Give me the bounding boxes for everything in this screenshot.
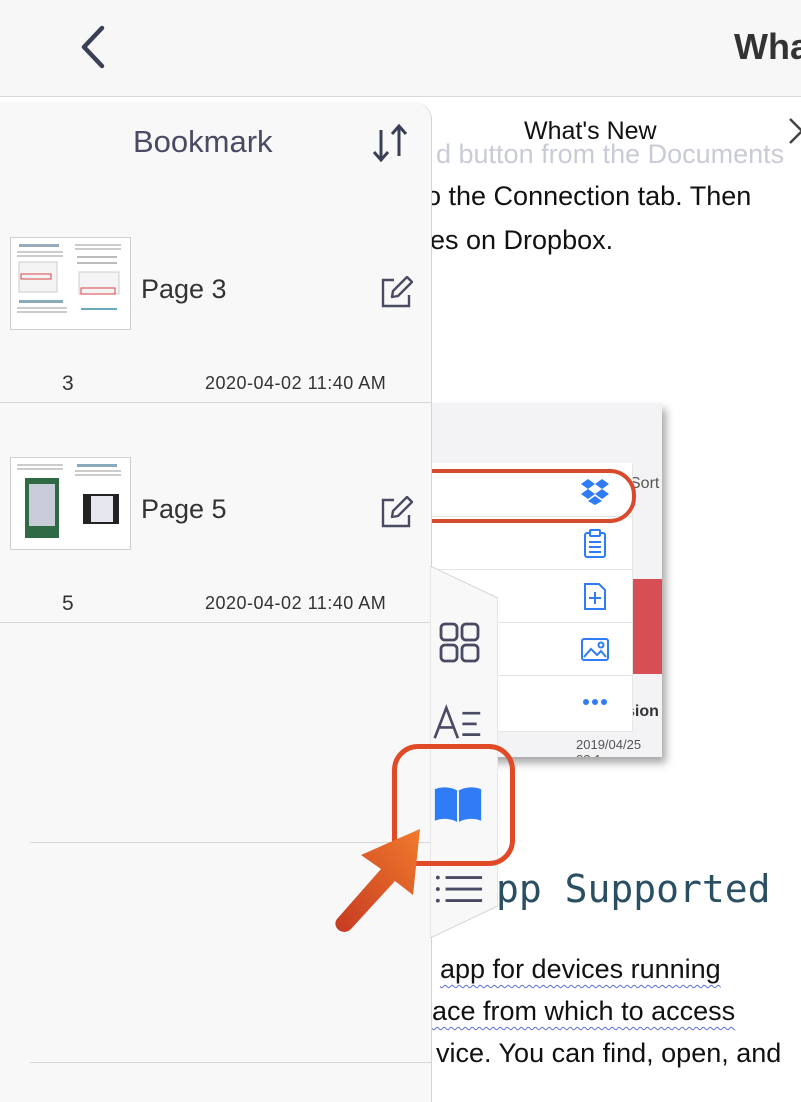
thumbnails-tab-icon[interactable]: [436, 618, 486, 668]
bookmark-date: 2020-04-02 11:40 AM: [205, 593, 387, 613]
embedded-highlight-ring: [430, 469, 636, 523]
bookmark-page-number: 5: [62, 592, 74, 615]
whats-new-title: What's New: [524, 117, 657, 145]
navigation-bar: Wha: [0, 0, 801, 97]
document-title: Wha: [734, 26, 801, 67]
embedded-date: 2019/04/25 02:1: [576, 737, 642, 757]
edit-bookmark-button[interactable]: [379, 496, 413, 530]
pointer-arrow-icon: [335, 829, 420, 932]
sort-button[interactable]: [368, 120, 412, 166]
edit-bookmark-button[interactable]: [379, 276, 413, 310]
document-text-line: o the Connection tab. Then: [426, 181, 752, 211]
bookmark-item[interactable]: Page 3 3 2020-04-02 11:40 AM: [0, 182, 431, 403]
embedded-red-block: [630, 579, 662, 674]
bookmark-label: Page 5: [141, 494, 227, 524]
divider: [30, 1062, 431, 1063]
clipboard-icon: [584, 529, 606, 558]
edit-icon: [381, 496, 413, 528]
outline-text-tab-icon[interactable]: [432, 698, 482, 748]
document-text-line: ace from which to access: [432, 996, 736, 1026]
bookmark-label: Page 3: [141, 274, 227, 304]
document-text-line: vice. You can find, open, and: [436, 1038, 782, 1068]
back-chevron-icon[interactable]: [70, 22, 120, 72]
photo-icon: [581, 638, 609, 661]
bookmark-date: 2020-04-02 11:40 AM: [205, 373, 387, 393]
list-tab-icon[interactable]: [434, 866, 484, 916]
bookmark-page-number: 3: [62, 372, 74, 395]
edit-icon: [381, 276, 413, 308]
document-heading: pp Supported: [496, 867, 771, 911]
more-icon: [583, 699, 607, 705]
chevron-right-icon[interactable]: [786, 116, 801, 146]
panel-title: Bookmark: [133, 124, 273, 159]
document-text-line: app for devices running: [440, 954, 721, 984]
bookmark-item[interactable]: Page 5 5 2020-04-02 11:40 AM: [0, 402, 431, 623]
page-thumbnail: [10, 457, 131, 550]
embedded-menu-row: [430, 516, 632, 570]
page-thumbnail: [10, 237, 131, 330]
sort-icon: [372, 123, 408, 163]
document-text-line: es on Dropbox.: [430, 225, 614, 255]
new-file-icon: [584, 583, 606, 610]
bookmark-panel: Bookmark Page 3 3 2020-04-02 11:40 AM Pa…: [0, 102, 432, 1102]
